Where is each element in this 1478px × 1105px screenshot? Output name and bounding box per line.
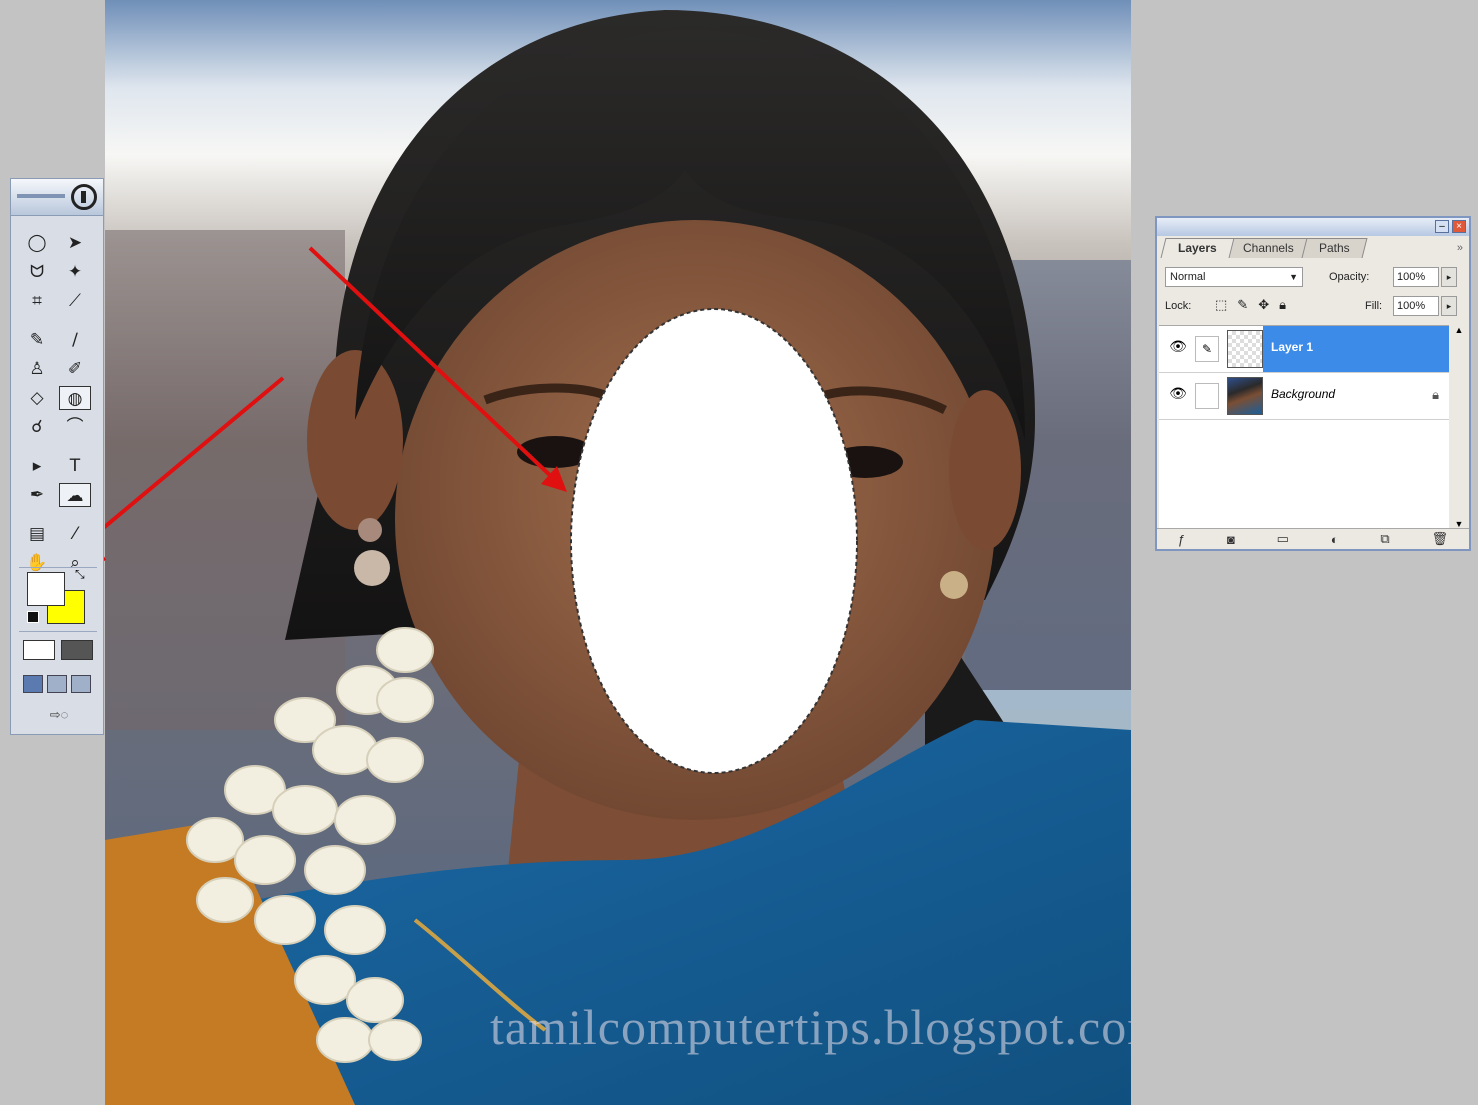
adjustment-layer-icon[interactable]: ◐ [1331, 532, 1339, 547]
tools-palette-header[interactable] [11, 179, 103, 216]
new-group-icon[interactable]: ▭ [1277, 531, 1289, 547]
add-mask-icon[interactable]: ◙ [1227, 532, 1235, 547]
dodge-icon[interactable]: ⌒ [59, 415, 91, 439]
paint-bucket-icon[interactable]: ◍ [59, 386, 91, 410]
magic-wand-icon[interactable]: ✦ [59, 260, 91, 284]
default-colors-icon[interactable] [27, 611, 39, 623]
minimize-icon[interactable]: – [1435, 220, 1449, 233]
lock-fill-row: Lock: ⬚ ✎ ✥ 🔒︎ Fill: 100% ▸ [1165, 296, 1461, 318]
layer-style-icon[interactable]: ƒ [1178, 532, 1185, 547]
fill-slider-button[interactable]: ▸ [1441, 296, 1457, 316]
healing-brush-icon[interactable]: ✎ [21, 328, 53, 352]
lock-label: Lock: [1165, 300, 1192, 312]
tab-channels[interactable]: Channels [1225, 238, 1311, 258]
blend-opacity-row: Normal ▼ Opacity: 100% ▸ [1165, 267, 1461, 289]
tab-layers[interactable]: Layers [1160, 238, 1235, 258]
photo [105, 10, 1131, 1105]
opacity-label: Opacity: [1329, 271, 1370, 283]
document-canvas[interactable]: tamilcomputertips.blogspot.com [105, 0, 1131, 1105]
foreground-color-swatch[interactable] [27, 572, 65, 606]
lock-transparency-icon[interactable]: ⬚ [1215, 297, 1227, 313]
jump-to-imageready-button[interactable]: ⇨◌ [25, 707, 93, 725]
eraser-icon[interactable]: ◇ [21, 386, 53, 410]
opacity-field[interactable]: 100% [1393, 267, 1439, 287]
type-tool-icon[interactable]: T [59, 454, 91, 478]
path-selection-icon[interactable]: ▸ [21, 454, 53, 478]
move-icon[interactable]: ➤ [59, 231, 91, 255]
full-screen-menu-button[interactable] [47, 675, 67, 693]
full-screen-button[interactable] [71, 675, 91, 693]
custom-shape-icon[interactable]: ☁ [59, 483, 91, 507]
watermark-text: tamilcomputertips.blogspot.com [490, 999, 1131, 1055]
eyedropper-icon[interactable]: ⁄ [59, 522, 91, 546]
lock-all-icon[interactable]: 🔒︎ [1279, 297, 1286, 313]
palette-tabs: Layers Channels Paths [1160, 238, 1368, 258]
new-layer-icon[interactable]: ⧉ [1380, 531, 1389, 547]
layers-scrollbar[interactable]: ▲ ▼ [1451, 325, 1467, 529]
fill-label: Fill: [1365, 300, 1383, 312]
fill-field[interactable]: 100% [1393, 296, 1439, 316]
elliptical-selection[interactable] [570, 308, 858, 774]
tools-palette: ◯ ➤ ᗢ ✦ ⌗ ⟋ ✎ ∕ ♙ ✐ ◇ ◍ ☌ ⌒ ▸ T ✒ ☁ ▤ ⁄ ✋ ⌕ ⤡ ⇨◌ [10, 178, 104, 735]
layer-row-layer-1[interactable]: 👁︎ ✎ Layer 1 [1159, 326, 1449, 373]
opacity-slider-button[interactable]: ▸ [1441, 267, 1457, 287]
blend-mode-select[interactable]: Normal ▼ [1165, 267, 1303, 287]
photoshop-logo-icon[interactable] [71, 184, 97, 210]
eye-icon[interactable]: 👁︎ [1163, 385, 1193, 407]
layer-name[interactable]: Background [1263, 373, 1449, 419]
layers-palette: – × Layers Channels Paths » Normal ▼ Opac… [1155, 216, 1471, 551]
notes-icon[interactable]: ▤ [21, 522, 53, 546]
crop-icon[interactable]: ⌗ [21, 289, 53, 313]
layer-name[interactable]: Layer 1 [1263, 326, 1449, 372]
eye-icon[interactable]: 👁︎ [1163, 338, 1193, 360]
lock-position-icon[interactable]: ✥ [1258, 297, 1269, 313]
standard-mode-button[interactable] [23, 640, 55, 660]
slice-icon[interactable]: ⟋ [59, 289, 91, 313]
layers-palette-titlebar[interactable]: – × [1157, 218, 1469, 236]
history-brush-icon[interactable]: ✐ [59, 357, 91, 381]
pen-tool-icon[interactable]: ✒ [21, 483, 53, 507]
brush-icon[interactable]: ∕ [59, 328, 91, 352]
link-cell[interactable] [1195, 383, 1219, 409]
quick-mask-button[interactable] [61, 640, 93, 660]
blur-icon[interactable]: ☌ [21, 415, 53, 439]
layers-footer: ƒ ◙ ▭ ◐ ⧉ 🗑︎ [1157, 528, 1469, 549]
brush-link-icon[interactable]: ✎ [1195, 336, 1219, 362]
lock-image-icon[interactable]: ✎ [1237, 297, 1248, 313]
clone-stamp-icon[interactable]: ♙ [21, 357, 53, 381]
lasso-icon[interactable]: ᗢ [21, 260, 53, 284]
layer-thumbnail [1227, 377, 1263, 415]
elliptical-marquee-icon[interactable]: ◯ [21, 231, 53, 255]
layer-row-background[interactable]: 👁︎ Background 🔒︎ [1159, 373, 1449, 420]
swap-colors-icon[interactable]: ⤡ [75, 567, 85, 582]
standard-screen-button[interactable] [23, 675, 43, 693]
palette-menu-icon[interactable]: » [1457, 242, 1463, 254]
tab-paths[interactable]: Paths [1301, 238, 1368, 258]
lock-icon: 🔒︎ [1432, 387, 1439, 402]
close-icon[interactable]: × [1452, 220, 1466, 233]
layer-thumbnail [1227, 330, 1263, 368]
chevron-down-icon: ▼ [1289, 272, 1298, 282]
delete-layer-icon[interactable]: 🗑︎ [1432, 531, 1449, 547]
layers-list: 👁︎ ✎ Layer 1 👁︎ Background 🔒︎ [1159, 325, 1449, 530]
